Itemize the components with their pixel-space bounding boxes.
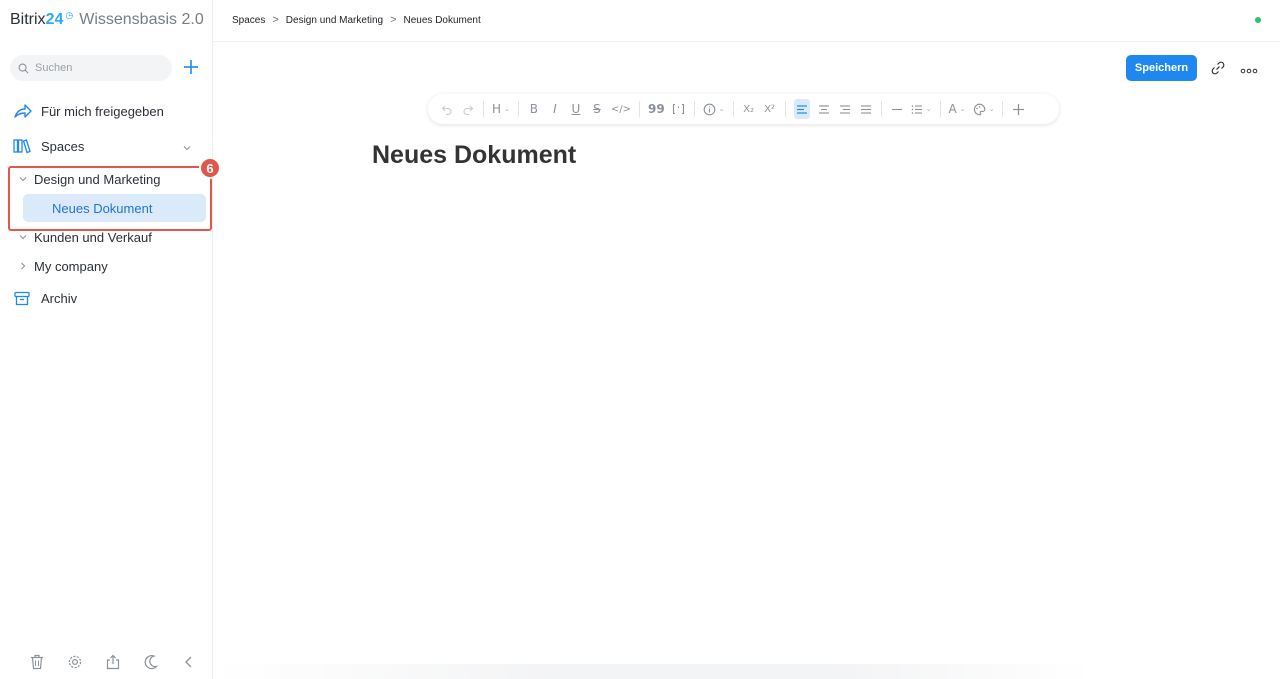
- archive-box-icon: [12, 288, 32, 308]
- toolbar-divider: [732, 101, 734, 117]
- toolbar-divider: [784, 101, 786, 117]
- search-input[interactable]: Suchen: [10, 55, 172, 81]
- chevron-down-icon: ⌄: [988, 105, 995, 113]
- brand-number: 24: [45, 11, 64, 28]
- toolbar-divider: [1002, 101, 1004, 117]
- undo-icon[interactable]: [440, 99, 454, 119]
- redo-icon[interactable]: [461, 99, 475, 119]
- text-color-dropdown[interactable]: A ⌄: [949, 99, 966, 119]
- clock-icon: ◷: [65, 10, 74, 20]
- align-right-icon[interactable]: [838, 99, 852, 119]
- chevron-right-icon: [18, 261, 28, 271]
- info-icon: [703, 103, 716, 115]
- plus-icon: [184, 60, 198, 74]
- tree-item-label: Kunden und Verkauf: [34, 229, 152, 245]
- toolbar-divider: [880, 101, 882, 117]
- editor-toolbar: H ⌄ B I U S </> 99 ⌄ X₂ X² ⌄ A ⌄ ⌄: [428, 94, 1059, 124]
- moon-icon[interactable]: [142, 653, 160, 671]
- highlight-color-dropdown[interactable]: ⌄: [973, 99, 995, 119]
- sidebar-item-label: Archiv: [41, 290, 78, 306]
- code-button[interactable]: </>: [611, 99, 631, 119]
- share-upload-icon[interactable]: [104, 653, 122, 671]
- list-dropdown[interactable]: ⌄: [911, 99, 932, 119]
- toolbar-divider: [517, 101, 519, 117]
- chevron-down-icon: ⌄: [925, 105, 932, 113]
- search-placeholder: Suchen: [35, 62, 73, 74]
- align-left-icon[interactable]: [793, 99, 810, 119]
- sidebar-item-archive[interactable]: Archiv: [12, 286, 77, 310]
- online-status-dot: [1255, 17, 1261, 23]
- breadcrumb-separator: >: [272, 14, 279, 26]
- chevron-down-icon: ⌄: [718, 105, 725, 113]
- brand-name: Bitrix: [10, 11, 46, 28]
- toolbar-divider: [693, 101, 695, 117]
- align-justify-icon[interactable]: [859, 99, 873, 119]
- horizontal-rule-icon[interactable]: [890, 99, 904, 119]
- tree-item-label: My company: [34, 258, 108, 274]
- quote-button[interactable]: 99: [648, 99, 665, 119]
- heading-dropdown[interactable]: H ⌄: [492, 99, 510, 119]
- text-color-label: A: [948, 102, 957, 116]
- chevron-down-icon: ⌄: [504, 105, 510, 113]
- list-icon: [911, 104, 922, 114]
- align-center-icon[interactable]: [817, 99, 831, 119]
- breadcrumb-separator: >: [390, 14, 397, 26]
- collapse-left-icon[interactable]: [180, 653, 198, 671]
- heading-label: H: [492, 102, 502, 116]
- toolbar-divider: [639, 101, 641, 117]
- chevron-down-icon[interactable]: [181, 141, 193, 153]
- breadcrumb-item-design-marketing[interactable]: Design und Marketing: [286, 15, 383, 26]
- info-block-dropdown[interactable]: ⌄: [703, 99, 725, 119]
- chevron-down-icon: [18, 232, 28, 242]
- search-icon: [18, 63, 29, 73]
- more-options-icon[interactable]: [1240, 63, 1258, 74]
- gear-icon[interactable]: [66, 653, 84, 671]
- tree-item-my-company[interactable]: My company: [18, 255, 108, 277]
- breadcrumb-item-spaces[interactable]: Spaces: [232, 15, 265, 26]
- subscript-button[interactable]: X₂: [742, 99, 756, 119]
- books-icon: [12, 136, 32, 156]
- app-logo[interactable]: Bitrix 24 ◷ Wissensbasis 2.0: [10, 10, 204, 33]
- breadcrumb: Spaces > Design und Marketing > Neues Do…: [232, 14, 481, 26]
- bottom-shadow: [213, 664, 1093, 679]
- sidebar: Bitrix 24 ◷ Wissensbasis 2.0 Suchen Für …: [0, 0, 213, 679]
- step-badge: 6: [199, 157, 221, 179]
- save-button[interactable]: Speichern: [1126, 55, 1197, 81]
- top-bar: Spaces > Design und Marketing > Neues Do…: [213, 0, 1280, 42]
- superscript-button[interactable]: X²: [763, 99, 777, 119]
- sidebar-footer: [28, 653, 218, 671]
- share-arrow-icon: [12, 101, 32, 121]
- code-block-icon[interactable]: [672, 99, 686, 119]
- strikethrough-button[interactable]: S: [590, 99, 604, 119]
- document-title[interactable]: Neues Dokument: [372, 141, 576, 170]
- toolbar-divider: [483, 101, 484, 117]
- sidebar-item-shared[interactable]: Für mich freigegeben: [12, 99, 164, 123]
- sidebar-item-spaces[interactable]: Spaces: [12, 134, 84, 158]
- highlight-frame: [8, 166, 212, 231]
- add-button[interactable]: [181, 57, 201, 77]
- chevron-down-icon: ⌄: [959, 105, 966, 113]
- palette-icon: [973, 103, 985, 115]
- breadcrumb-item-current: Neues Dokument: [403, 14, 481, 26]
- bold-button[interactable]: B: [527, 99, 541, 119]
- link-icon[interactable]: [1210, 60, 1226, 76]
- toolbar-divider: [939, 101, 941, 117]
- sidebar-item-label: Für mich freigegeben: [41, 103, 164, 119]
- sidebar-item-label: Spaces: [41, 138, 85, 154]
- italic-button[interactable]: I: [548, 99, 562, 119]
- trash-icon[interactable]: [28, 653, 46, 671]
- insert-plus-icon[interactable]: [1011, 99, 1025, 119]
- underline-button[interactable]: U: [569, 99, 583, 119]
- product-name: Wissensbasis 2.0: [79, 11, 204, 28]
